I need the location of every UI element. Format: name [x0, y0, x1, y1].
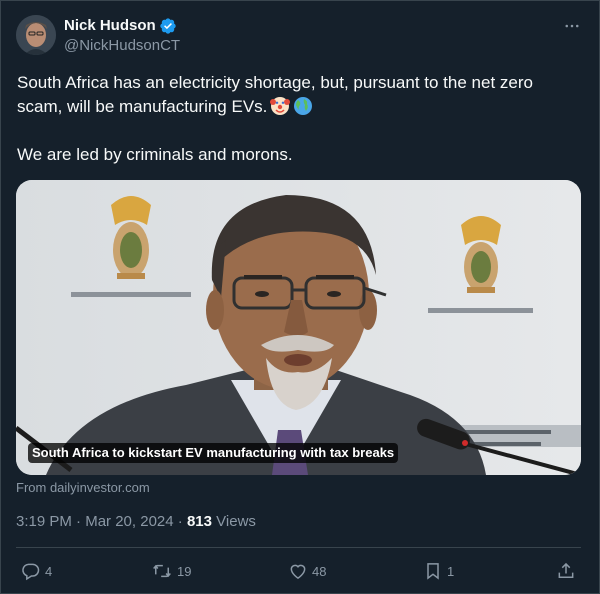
- repost-count: 19: [177, 563, 192, 579]
- share-button[interactable]: [556, 561, 576, 581]
- tweet-date[interactable]: Mar 20, 2024: [85, 513, 173, 530]
- tweet-time[interactable]: 3:19 PM: [16, 513, 72, 530]
- verified-badge-icon[interactable]: [159, 17, 177, 35]
- avatar[interactable]: [16, 15, 56, 55]
- tweet-meta: 3:19 PM · Mar 20, 2024 · 813 Views: [16, 513, 256, 530]
- card-headline[interactable]: South Africa to kickstart EV manufacturi…: [28, 443, 399, 463]
- link-card[interactable]: South Africa to kickstart EV manufacturi…: [16, 180, 581, 475]
- divider: [16, 547, 581, 548]
- like-button[interactable]: 48: [288, 561, 326, 581]
- globe-emoji: [294, 97, 313, 115]
- action-bar: 4 19 48 1: [1, 561, 600, 585]
- tweet-container: Nick Hudson @NickHudsonCT South Africa h…: [0, 0, 600, 594]
- bookmark-button[interactable]: 1: [423, 561, 454, 581]
- views-count: 813: [186, 513, 212, 530]
- reply-icon: [22, 563, 40, 581]
- author-handle[interactable]: @NickHudsonCT: [64, 36, 180, 56]
- meta-separator: ·: [177, 513, 183, 530]
- more-dots-icon[interactable]: [561, 15, 583, 37]
- bookmark-icon: [427, 563, 439, 580]
- reply-button[interactable]: 4: [21, 561, 52, 581]
- views-label: Views: [216, 513, 256, 530]
- tweet-header: Nick Hudson @NickHudsonCT: [16, 15, 180, 56]
- tweet-paragraph-1: South Africa has an electricity shortage…: [17, 71, 577, 119]
- reply-count: 4: [45, 563, 53, 579]
- repost-button[interactable]: 19: [151, 561, 191, 581]
- clown-face-emoji: [270, 97, 291, 115]
- card-source[interactable]: From dailyinvestor.com: [16, 480, 150, 495]
- tweet-paragraph-2: We are led by criminals and morons.: [17, 145, 293, 164]
- author-display-name[interactable]: Nick Hudson: [64, 16, 156, 36]
- meta-separator: ·: [76, 513, 82, 530]
- card-image: [16, 180, 581, 475]
- bookmark-count: 1: [447, 563, 455, 579]
- repost-icon: [153, 564, 171, 578]
- avatar-image: [16, 15, 56, 55]
- heart-icon: [290, 564, 306, 579]
- author-names: Nick Hudson @NickHudsonCT: [64, 16, 180, 56]
- share-icon: [558, 562, 574, 578]
- like-count: 48: [312, 563, 327, 579]
- tweet-text: South Africa has an electricity shortage…: [17, 71, 577, 167]
- author-name-row[interactable]: Nick Hudson: [64, 16, 180, 36]
